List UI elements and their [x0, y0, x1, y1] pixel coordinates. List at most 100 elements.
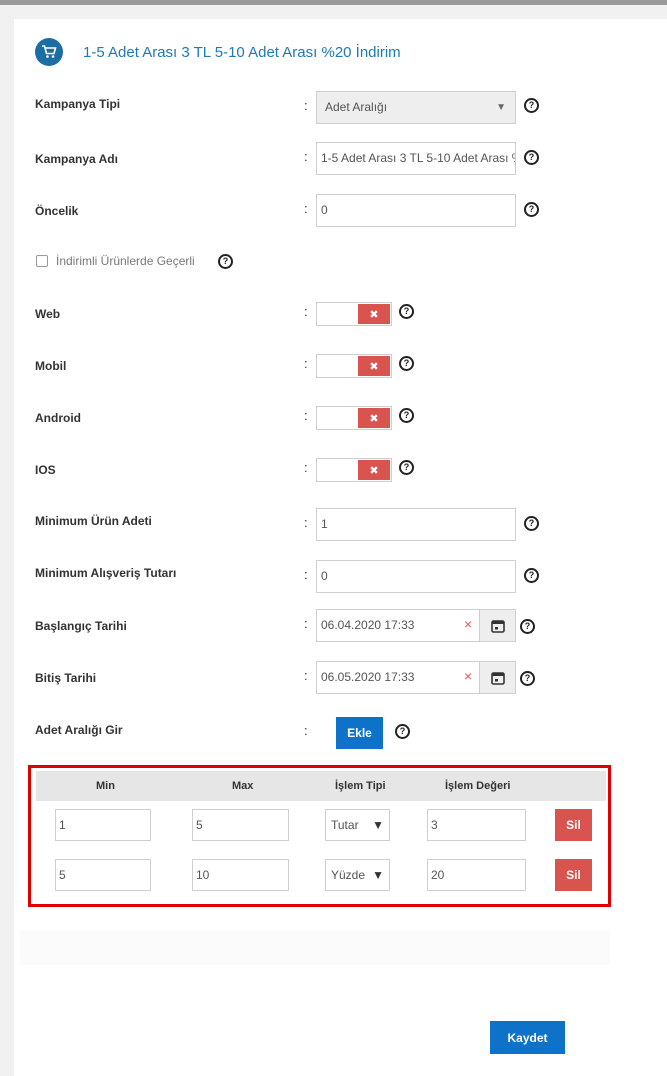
calendar-icon[interactable] — [479, 662, 515, 693]
start-date-input[interactable]: 06.04.2020 17:33 × — [316, 609, 516, 642]
help-icon[interactable]: ? — [524, 568, 539, 583]
field-row-priority: Öncelik : 0 ? — [35, 194, 655, 228]
operation-type-value: Tutar — [331, 818, 359, 832]
help-icon[interactable]: ? — [520, 619, 535, 634]
column-header-operation-value: İşlem Değeri — [445, 780, 511, 792]
field-row-web: Web : ✖ ? — [35, 297, 655, 331]
add-range-button[interactable]: Ekle — [336, 717, 383, 749]
colon: : — [304, 668, 308, 683]
column-header-min: Min — [96, 780, 115, 792]
android-label: Android — [35, 411, 81, 425]
help-icon[interactable]: ? — [399, 408, 414, 423]
campaign-name-input[interactable]: 1-5 Adet Arası 3 TL 5-10 Adet Arası %20 … — [316, 142, 516, 175]
colon: : — [304, 515, 308, 530]
max-input[interactable]: 10 — [192, 859, 289, 891]
form-panel — [14, 19, 667, 1076]
help-icon[interactable]: ? — [524, 202, 539, 217]
min-amount-label: Minimum Alışveriş Tutarı — [35, 566, 177, 580]
campaign-type-select[interactable]: Adet Aralığı ▼ — [316, 91, 516, 124]
max-input[interactable]: 5 — [192, 809, 289, 841]
calendar-icon[interactable] — [479, 610, 515, 641]
help-icon[interactable]: ? — [524, 150, 539, 165]
web-label: Web — [35, 307, 61, 321]
discounted-products-checkbox[interactable] — [36, 255, 48, 267]
field-row-mobile: Mobil : ✖ ? — [35, 349, 655, 383]
help-icon[interactable]: ? — [524, 98, 539, 113]
operation-value-input[interactable]: 3 — [427, 809, 526, 841]
close-icon: ✖ — [358, 408, 390, 428]
column-header-operation-type: İşlem Tipi — [335, 780, 386, 792]
operation-type-value: Yüzde — [331, 868, 365, 882]
field-row-quantity-range: Adet Aralığı Gir : Ekle ? — [35, 716, 655, 750]
chevron-down-icon: ▼ — [496, 102, 506, 113]
min-input[interactable]: 1 — [55, 809, 151, 841]
clear-icon[interactable]: × — [464, 662, 472, 691]
delete-button[interactable]: Sil — [555, 809, 592, 841]
colon: : — [304, 304, 308, 319]
help-icon[interactable]: ? — [399, 356, 414, 371]
campaign-type-label: Kampanya Tipi — [35, 97, 121, 111]
end-date-input[interactable]: 06.05.2020 17:33 × — [316, 661, 516, 694]
colon: : — [304, 616, 308, 631]
close-icon: ✖ — [358, 356, 390, 376]
ios-toggle[interactable]: ✖ — [316, 458, 392, 482]
save-button[interactable]: Kaydet — [490, 1021, 565, 1054]
end-date-value: 06.05.2020 17:33 — [321, 670, 415, 684]
chevron-down-icon: ▼ — [372, 818, 384, 832]
android-toggle[interactable]: ✖ — [316, 406, 392, 430]
operation-type-select[interactable]: Yüzde ▼ — [325, 859, 390, 891]
colon: : — [304, 98, 308, 113]
field-row-ios: IOS : ✖ ? — [35, 453, 655, 487]
campaign-name-label: Kampanya Adı — [35, 152, 118, 166]
colon: : — [304, 460, 308, 475]
web-toggle[interactable]: ✖ — [316, 302, 392, 326]
field-row-min-amount: Minimum Alışveriş Tutarı : 0 ? — [35, 560, 655, 594]
min-amount-input[interactable]: 0 — [316, 560, 516, 593]
clear-icon[interactable]: × — [464, 610, 472, 639]
form-footer-area — [20, 930, 610, 965]
field-row-campaign-type: Kampanya Tipi : Adet Aralığı ▼ ? — [35, 91, 655, 125]
help-icon[interactable]: ? — [218, 254, 233, 269]
min-quantity-label: Minimum Ürün Adeti — [35, 514, 152, 528]
mobile-label: Mobil — [35, 359, 67, 373]
campaign-type-value: Adet Aralığı — [325, 100, 388, 114]
colon: : — [304, 723, 308, 738]
field-row-android: Android : ✖ ? — [35, 401, 655, 435]
field-row-start-date: Başlangıç Tarihi : 06.04.2020 17:33 × ? — [35, 609, 655, 643]
colon: : — [304, 408, 308, 423]
top-bar — [0, 0, 667, 5]
end-date-label: Bitiş Tarihi — [35, 671, 97, 685]
min-input[interactable]: 5 — [55, 859, 151, 891]
start-date-label: Başlangıç Tarihi — [35, 619, 127, 633]
close-icon: ✖ — [358, 304, 390, 324]
ios-label: IOS — [35, 463, 56, 477]
help-icon[interactable]: ? — [524, 516, 539, 531]
colon: : — [304, 567, 308, 582]
mobile-toggle[interactable]: ✖ — [316, 354, 392, 378]
priority-label: Öncelik — [35, 204, 79, 218]
help-icon[interactable]: ? — [399, 304, 414, 319]
priority-input[interactable]: 0 — [316, 194, 516, 227]
min-quantity-input[interactable]: 1 — [316, 508, 516, 541]
page-title: 1-5 Adet Arası 3 TL 5-10 Adet Arası %20 … — [83, 43, 401, 61]
field-row-campaign-name: Kampanya Adı : 1-5 Adet Arası 3 TL 5-10 … — [35, 142, 655, 176]
quantity-range-table: Min Max İşlem Tipi İşlem Değeri 1 5 Tuta… — [28, 765, 611, 907]
help-icon[interactable]: ? — [395, 724, 410, 739]
discounted-products-label: İndirimli Ürünlerde Geçerli — [56, 254, 195, 268]
close-icon: ✖ — [358, 460, 390, 480]
start-date-value: 06.04.2020 17:33 — [321, 618, 415, 632]
operation-type-select[interactable]: Tutar ▼ — [325, 809, 390, 841]
field-row-min-quantity: Minimum Ürün Adeti : 1 ? — [35, 508, 655, 542]
operation-value-input[interactable]: 20 — [427, 859, 526, 891]
colon: : — [304, 149, 308, 164]
table-header: Min Max İşlem Tipi İşlem Değeri — [36, 771, 606, 801]
delete-button[interactable]: Sil — [555, 859, 592, 891]
field-row-discounted-products: İndirimli Ürünlerde Geçerli ? — [35, 244, 655, 278]
page-header: 1-5 Adet Arası 3 TL 5-10 Adet Arası %20 … — [35, 37, 401, 67]
help-icon[interactable]: ? — [399, 460, 414, 475]
shopping-cart-icon — [35, 38, 63, 66]
chevron-down-icon: ▼ — [372, 868, 384, 882]
help-icon[interactable]: ? — [520, 671, 535, 686]
quantity-range-label: Adet Aralığı Gir — [35, 723, 123, 737]
colon: : — [304, 356, 308, 371]
